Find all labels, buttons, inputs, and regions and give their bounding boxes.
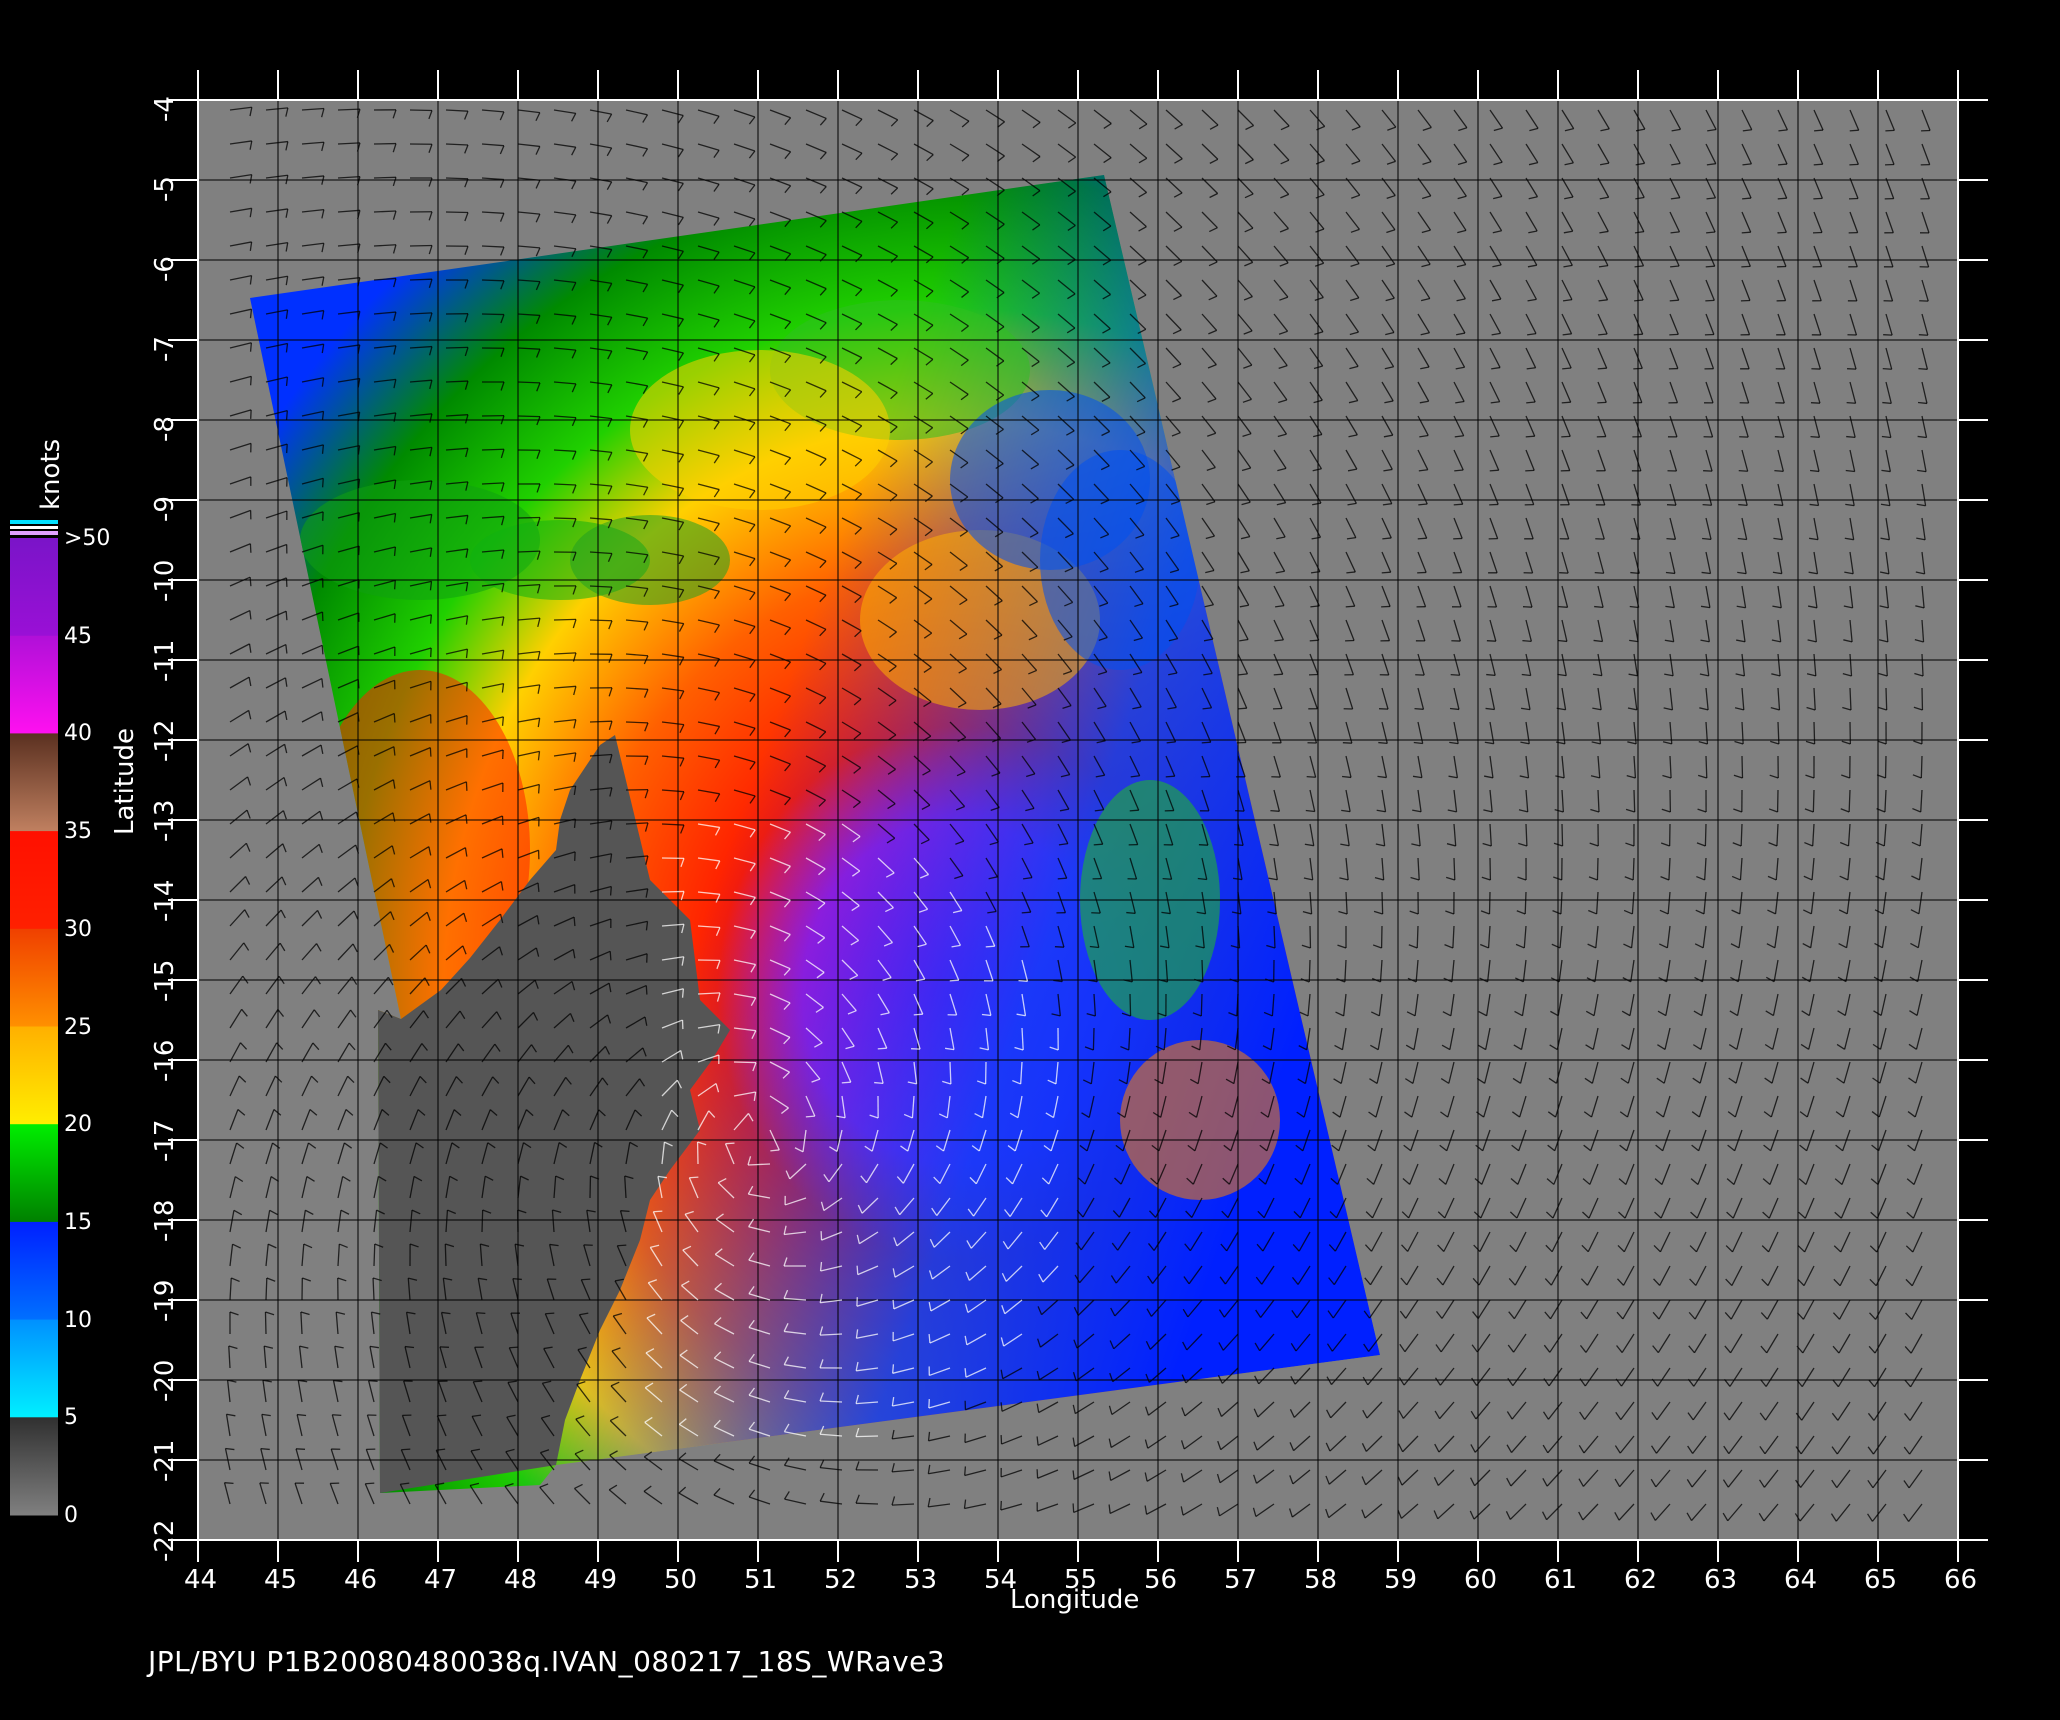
y-tick-label: -10 xyxy=(150,559,180,602)
colorbar-band xyxy=(10,1026,58,1125)
wind-speed-patch xyxy=(1120,1040,1280,1200)
figure-caption: JPL/BYU P1B20080480038q.IVAN_080217_18S_… xyxy=(148,1645,946,1678)
colorbar-tick-label: 40 xyxy=(64,721,92,747)
colorbar-tick-label: 30 xyxy=(64,916,92,942)
y-tick-label: -17 xyxy=(150,1119,180,1162)
colorbar-tick-label: 25 xyxy=(64,1014,92,1040)
y-tick-label: -22 xyxy=(150,1519,180,1562)
x-tick-label: 59 xyxy=(1384,1565,1418,1595)
wind-speed-patch xyxy=(570,515,730,605)
x-tick-label: 57 xyxy=(1224,1565,1258,1595)
x-tick-label: 47 xyxy=(424,1565,458,1595)
y-tick-label: -19 xyxy=(150,1279,180,1322)
x-tick-label: 46 xyxy=(344,1565,378,1595)
x-tick-label: 66 xyxy=(1944,1565,1978,1595)
y-tick-label: -14 xyxy=(150,879,180,922)
colorbar-tick-label: 45 xyxy=(64,623,92,649)
colorbar-tick-label: 10 xyxy=(64,1307,92,1333)
x-tick-label: 60 xyxy=(1464,1565,1498,1595)
colorbar-tick-label: 0 xyxy=(64,1503,78,1528)
y-axis-label: Latitude xyxy=(110,727,140,835)
colorbar-cap-white xyxy=(10,526,58,529)
colorbar-tick-label: >50 xyxy=(64,526,111,551)
x-tick-label: 61 xyxy=(1544,1565,1578,1595)
colorbar-tick-label: 20 xyxy=(64,1112,92,1138)
colorbar-cap-violet xyxy=(10,531,58,535)
x-tick-label: 65 xyxy=(1864,1565,1898,1595)
y-tick-label: -5 xyxy=(150,176,180,202)
y-tick-label: -18 xyxy=(150,1199,180,1242)
y-tick-label: -8 xyxy=(150,416,180,442)
y-tick-label: -4 xyxy=(150,96,180,122)
colorbar-tick-label: 5 xyxy=(64,1405,78,1431)
x-tick-label: 62 xyxy=(1624,1565,1658,1595)
colorbar-band xyxy=(10,928,58,1027)
colorbar-cap-cyan xyxy=(10,520,58,524)
y-tick-label: -11 xyxy=(150,639,180,682)
colorbar-band xyxy=(10,831,58,930)
x-tick-label: 56 xyxy=(1144,1565,1178,1595)
x-axis-label: Longitude xyxy=(1010,1585,1140,1615)
x-tick-label: 50 xyxy=(664,1565,698,1595)
y-tick-label: -16 xyxy=(150,1039,180,1082)
y-tick-label: -7 xyxy=(150,336,180,362)
colorbar-tick-label: 15 xyxy=(64,1209,92,1235)
y-tick-label: -13 xyxy=(150,799,180,842)
colorbar-band xyxy=(10,733,58,832)
y-tick-label: -15 xyxy=(150,959,180,1002)
wind-map-plot xyxy=(10,70,1988,1562)
x-tick-label: 64 xyxy=(1784,1565,1818,1595)
x-tick-label: 51 xyxy=(744,1565,778,1595)
y-tick-label: -6 xyxy=(150,256,180,282)
x-tick-label: 49 xyxy=(584,1565,618,1595)
colorbar-units-label: knots xyxy=(36,438,66,510)
x-tick-label: 44 xyxy=(184,1565,218,1595)
x-tick-label: 48 xyxy=(504,1565,538,1595)
x-tick-label: 63 xyxy=(1704,1565,1738,1595)
colorbar-band xyxy=(10,635,58,734)
y-tick-label: -9 xyxy=(150,496,180,522)
colorbar-band xyxy=(10,1417,58,1516)
colorbar xyxy=(10,520,58,1516)
wind-speed-patch xyxy=(950,390,1150,570)
x-tick-label: 53 xyxy=(904,1565,938,1595)
colorbar-tick-label: 35 xyxy=(64,819,92,845)
y-tick-label: -20 xyxy=(150,1359,180,1402)
x-tick-label: 52 xyxy=(824,1565,858,1595)
x-tick-label: 58 xyxy=(1304,1565,1338,1595)
y-tick-label: -12 xyxy=(150,719,180,762)
x-tick-label: 45 xyxy=(264,1565,298,1595)
map-figure: 44 45 46 47 48 49 50 51 52 53 54 55 56 57 58 59 60 61 62 63… xyxy=(0,0,2060,1720)
colorbar-band xyxy=(10,1319,58,1418)
colorbar-band xyxy=(10,1124,58,1223)
colorbar-band xyxy=(10,538,58,637)
colorbar-band xyxy=(10,1221,58,1321)
y-tick-label: -21 xyxy=(150,1439,180,1482)
